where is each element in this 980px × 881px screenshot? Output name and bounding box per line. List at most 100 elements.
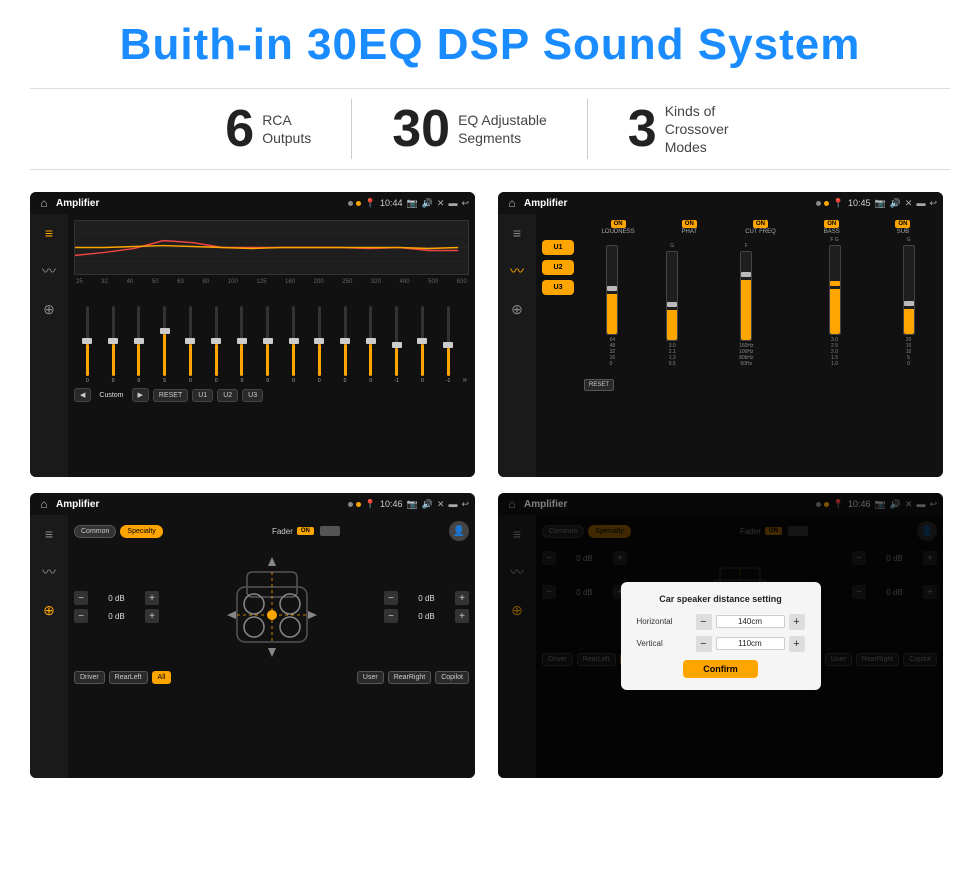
- db-minus-3[interactable]: −: [384, 591, 398, 605]
- home-icon-2[interactable]: ⌂: [504, 195, 520, 211]
- status-dot-4: [824, 201, 829, 206]
- eq-custom-label: Custom: [95, 390, 127, 401]
- eq-sidebar-wave-icon[interactable]: 〰: [36, 258, 62, 284]
- main-title: Buith-in 30EQ DSP Sound System: [30, 20, 950, 70]
- db-minus-4[interactable]: −: [384, 609, 398, 623]
- fader-profile-icon[interactable]: 👤: [449, 521, 469, 541]
- bass-slider[interactable]: [829, 245, 841, 335]
- phat-slider[interactable]: [666, 251, 678, 341]
- cutfreq-slider[interactable]: [740, 251, 752, 341]
- crossover-sliders-area: 644832160 G 3.02.11.30.5: [584, 237, 937, 367]
- preset-u2-btn[interactable]: U2: [542, 260, 574, 275]
- eq-slider-col: 0: [282, 306, 305, 384]
- eq-u1-btn[interactable]: U1: [192, 389, 213, 402]
- user-btn[interactable]: User: [357, 671, 384, 684]
- common-mode-btn[interactable]: Common: [74, 525, 116, 538]
- crossover-reset-btn[interactable]: RESET: [584, 379, 614, 391]
- db-plus-3[interactable]: +: [455, 591, 469, 605]
- sub-slider[interactable]: [903, 245, 915, 335]
- car-diagram: [163, 547, 380, 667]
- cutfreq-on-badge[interactable]: ON: [753, 220, 768, 228]
- preset-u3-btn[interactable]: U3: [542, 280, 574, 295]
- eq-sidebar-eq-icon[interactable]: ≡: [36, 220, 62, 246]
- horizontal-plus-btn[interactable]: +: [789, 614, 805, 630]
- back-icon-2[interactable]: ↩: [929, 198, 937, 209]
- vertical-plus-btn[interactable]: +: [789, 636, 805, 652]
- cutfreq-thumb: [741, 272, 751, 277]
- crossover-sidebar-wave-icon[interactable]: 〰: [504, 258, 530, 284]
- fader-bottom-row: Driver RearLeft All User RearRight Copil…: [74, 671, 469, 684]
- all-btn[interactable]: All: [152, 671, 172, 684]
- fader-toggle-graphic[interactable]: [320, 526, 340, 536]
- cutfreq-fill: [741, 280, 751, 340]
- eq-slider-col: 0: [334, 306, 357, 384]
- horizontal-row: Horizontal − 140cm +: [637, 614, 805, 630]
- stat-eq-number: 30: [392, 103, 450, 155]
- eq-screenshot: ⌂ Amplifier 📍 10:44 📷 🔊 ✕ ▬ ↩ ≡ 〰 ⊕: [30, 192, 475, 477]
- back-icon[interactable]: ↩: [461, 198, 469, 209]
- db-plus-2[interactable]: +: [145, 609, 159, 623]
- db-plus-1[interactable]: +: [145, 591, 159, 605]
- loudness-label: LOUDNESS: [602, 229, 635, 235]
- fader-sidebar-volume-icon[interactable]: ⊕: [36, 597, 62, 623]
- fader-sidebar: ≡ 〰 ⊕: [30, 515, 68, 778]
- crossover-presets: U1 U2 U3: [542, 220, 574, 471]
- eq-prev-btn[interactable]: ◀: [74, 388, 91, 402]
- home-icon-3[interactable]: ⌂: [36, 496, 52, 512]
- eq-slider-col: 0: [128, 306, 151, 384]
- phat-on-badge[interactable]: ON: [682, 220, 697, 228]
- ch-sub: ON SUB: [869, 220, 937, 235]
- bass-slider-col: F G 3.02.52.01.51.0: [792, 237, 877, 367]
- eq-sidebar-volume-icon[interactable]: ⊕: [36, 296, 62, 322]
- copilot-btn[interactable]: Copilot: [435, 671, 469, 684]
- horizontal-minus-btn[interactable]: −: [696, 614, 712, 630]
- home-icon[interactable]: ⌂: [36, 195, 52, 211]
- loudness-slider[interactable]: [606, 245, 618, 335]
- bass-thumb: [830, 281, 840, 286]
- page-wrapper: Buith-in 30EQ DSP Sound System 6 RCAOutp…: [0, 0, 980, 798]
- ch-cutfreq: ON CUT FREQ: [726, 220, 794, 235]
- driver-btn[interactable]: Driver: [74, 671, 105, 684]
- eq-play-btn[interactable]: ▶: [132, 388, 149, 402]
- db-minus-1[interactable]: −: [74, 591, 88, 605]
- sub-labels: G: [907, 237, 911, 243]
- crossover-sidebar: ≡ 〰 ⊕: [498, 214, 536, 477]
- bass-on-badge[interactable]: ON: [824, 220, 839, 228]
- sub-thumb: [904, 301, 914, 306]
- eq-slider-col: 0: [179, 306, 202, 384]
- back-icon-3[interactable]: ↩: [461, 499, 469, 510]
- crossover-sidebar-eq-icon[interactable]: ≡: [504, 220, 530, 246]
- eq-next-icon[interactable]: »: [463, 375, 467, 384]
- sub-vals: 20151050: [906, 337, 912, 367]
- rearleft-btn[interactable]: RearLeft: [109, 671, 148, 684]
- status-dot-6: [356, 502, 361, 507]
- loudness-fill: [607, 294, 617, 334]
- status-dot-1: [348, 201, 353, 206]
- fader-on-toggle[interactable]: ON: [297, 527, 314, 535]
- db-minus-2[interactable]: −: [74, 609, 88, 623]
- eq-u2-btn[interactable]: U2: [217, 389, 238, 402]
- preset-u1-btn[interactable]: U1: [542, 240, 574, 255]
- stat-eq: 30 EQ AdjustableSegments: [352, 103, 587, 155]
- eq-slider-col: 0: [411, 306, 434, 384]
- db-row-3: − 0 dB +: [384, 591, 469, 605]
- eq-time: 10:44: [380, 198, 403, 208]
- confirm-button[interactable]: Confirm: [683, 660, 758, 678]
- fader-sidebar-wave-icon[interactable]: 〰: [36, 559, 62, 585]
- db-plus-4[interactable]: +: [455, 609, 469, 623]
- camera-icon: 📷: [406, 198, 417, 209]
- eq-slider-col: 0: [102, 306, 125, 384]
- loudness-on-badge[interactable]: ON: [611, 220, 626, 228]
- car-diagram-svg: [222, 552, 322, 662]
- vertical-minus-btn[interactable]: −: [696, 636, 712, 652]
- sub-on-badge[interactable]: ON: [895, 220, 910, 228]
- fader-sidebar-eq-icon[interactable]: ≡: [36, 521, 62, 547]
- specialty-mode-btn[interactable]: Specialty: [120, 525, 162, 538]
- crossover-sidebar-volume-icon[interactable]: ⊕: [504, 296, 530, 322]
- eq-u3-btn[interactable]: U3: [242, 389, 263, 402]
- db-value-1: 0 dB: [91, 594, 142, 603]
- eq-reset-btn[interactable]: RESET: [153, 389, 188, 402]
- eq-slider-col: 0: [256, 306, 279, 384]
- eq-band-labels: 253240506380100125160200250320400500630: [74, 279, 469, 285]
- rearright-btn[interactable]: RearRight: [388, 671, 432, 684]
